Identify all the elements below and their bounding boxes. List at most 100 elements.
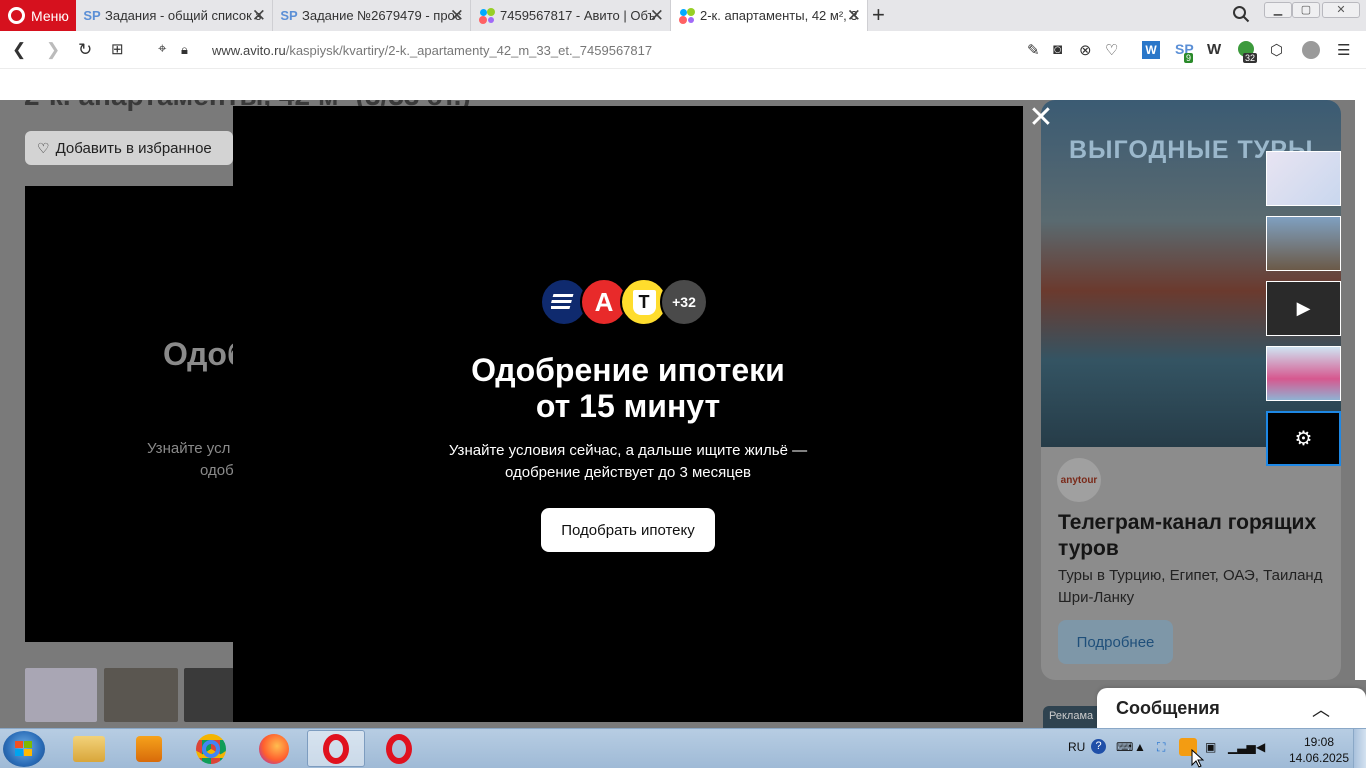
- close-icon[interactable]: ✕: [650, 6, 664, 26]
- opera-menu-button[interactable]: Меню: [0, 0, 76, 31]
- forward-arrow-icon[interactable]: ❯: [46, 40, 60, 60]
- tab-tasks-list[interactable]: SP Задания - общий список з ✕: [76, 0, 273, 31]
- profile-avatar-icon[interactable]: [1302, 41, 1320, 59]
- building-thumbnail[interactable]: [1266, 216, 1341, 271]
- stripes-logo-icon: [551, 294, 574, 309]
- sp-icon: SP: [83, 8, 101, 23]
- minimize-button[interactable]: ▁: [1264, 2, 1292, 18]
- gallery-thumbnail[interactable]: [104, 668, 178, 722]
- mouse-cursor-icon: [1191, 749, 1204, 768]
- start-button[interactable]: [3, 731, 45, 767]
- tab-avito-listing[interactable]: 7459567817 - Авито | Объ ✕: [471, 0, 671, 31]
- gallery-promo-sub: Узнайте усл: [147, 440, 231, 457]
- media-player-icon: [136, 735, 162, 762]
- listing-gallery: Одоб Узнайте усл одоб: [25, 186, 247, 642]
- modal-subtitle-line: Узнайте условия сейчас, а дальше ищите ж…: [448, 442, 808, 459]
- camera-icon[interactable]: ◙: [1053, 41, 1062, 58]
- maximize-button[interactable]: ▢: [1292, 2, 1320, 18]
- messages-panel[interactable]: Сообщения ︿: [1097, 688, 1366, 728]
- new-tab-plus-icon[interactable]: +: [872, 2, 885, 28]
- easy-setup-icon[interactable]: ☰: [1337, 41, 1350, 59]
- avito-icon: [679, 7, 695, 24]
- heart-icon[interactable]: ♡: [1105, 41, 1118, 59]
- page-scrollbar[interactable]: [1355, 100, 1366, 680]
- block-ads-icon[interactable]: ⊗: [1079, 41, 1092, 59]
- show-desktop-button[interactable]: [1353, 729, 1366, 768]
- partner-bank-logos: А Т +32: [540, 278, 710, 326]
- menu-label: Меню: [31, 7, 69, 24]
- tab-grid-icon[interactable]: ⊞: [111, 40, 124, 58]
- ad-title: Телеграм-канал горящих туров: [1058, 511, 1317, 560]
- add-to-favorites-button[interactable]: ♡ Добавить в избранное: [25, 131, 233, 165]
- more-partners-count: +32: [660, 278, 708, 326]
- windows-taskbar: RU ? ⌨ ▲ ⛶ ▣ ▁▃▅ ◀ 19:08 14.06.2025: [0, 728, 1366, 768]
- opera-logo-icon: [8, 7, 25, 24]
- close-icon[interactable]: ✕: [847, 6, 861, 26]
- tab-title: Задания - общий список з: [105, 8, 262, 23]
- ad-more-button[interactable]: Подробнее: [1058, 620, 1173, 664]
- heart-icon: ♡: [37, 139, 50, 156]
- messages-label: Сообщения: [1116, 698, 1220, 718]
- tab-task-detail[interactable]: SP Задание №2679479 - прос ✕: [273, 0, 471, 31]
- url-field[interactable]: www.avito.ru/kaspiysk/kvartiry/2-k._apar…: [212, 43, 652, 58]
- language-indicator[interactable]: RU: [1068, 740, 1085, 754]
- chrome-icon: [196, 733, 226, 764]
- firefox-taskbar-button[interactable]: [245, 730, 303, 767]
- close-icon[interactable]: ✕: [450, 6, 464, 26]
- close-icon[interactable]: ✕: [1028, 103, 1054, 133]
- back-arrow-icon[interactable]: ❮: [12, 40, 26, 60]
- tab-title: 7459567817 - Авито | Объ: [500, 8, 656, 23]
- reload-icon[interactable]: ↻: [78, 40, 92, 60]
- opera-icon: [323, 733, 349, 764]
- edit-icon[interactable]: ✎: [1027, 41, 1040, 59]
- location-pin-icon[interactable]: ⌖: [158, 40, 166, 57]
- lock-icon[interactable]: 🔒︎: [181, 42, 188, 58]
- search-tabs-icon[interactable]: [1232, 5, 1250, 23]
- clock-date: 14.06.2025: [1288, 751, 1350, 765]
- ad-brand-logo: anytour: [1057, 458, 1101, 502]
- clipboard-icon[interactable]: ▣: [1205, 740, 1216, 754]
- opera-second-taskbar-button[interactable]: [370, 730, 428, 767]
- chrome-taskbar-button[interactable]: [182, 730, 240, 767]
- wiki-extension-icon[interactable]: W: [1207, 41, 1221, 58]
- windows-logo-icon: [15, 741, 32, 756]
- find-mortgage-button[interactable]: Подобрать ипотеку: [541, 508, 715, 552]
- gallery-thumbnail[interactable]: [184, 668, 234, 722]
- floorplan-thumbnail[interactable]: [1266, 151, 1341, 206]
- ad-label: Реклама: [1043, 706, 1103, 728]
- tray-expand-icon[interactable]: ▲: [1134, 740, 1146, 754]
- screen-capture-icon[interactable]: ⛶: [1157, 740, 1165, 755]
- volume-icon[interactable]: ◀: [1256, 740, 1265, 754]
- w-extension-icon[interactable]: W: [1142, 41, 1160, 59]
- explorer-taskbar-button[interactable]: [60, 730, 118, 767]
- url-path: /kaspiysk/kvartiry/2-k._apartamenty_42_m…: [285, 43, 653, 58]
- modal-title-line: Одобрение ипотеки: [471, 352, 785, 388]
- modal-title-line: от 15 минут: [535, 388, 721, 424]
- tab-apartments-active[interactable]: 2-к. апартаменты, 42 м², 3 ✕: [671, 0, 868, 31]
- chevron-up-icon[interactable]: ︿: [1312, 696, 1330, 722]
- sp-icon: SP: [280, 8, 298, 23]
- mortgage-modal: А Т +32 Одобрение ипотеки от 15 минут Уз…: [233, 106, 1023, 722]
- network-signal-icon[interactable]: ▁▃▅: [1228, 740, 1256, 754]
- sp-badge: 9: [1184, 53, 1194, 63]
- gallery-thumbnail[interactable]: [25, 668, 97, 722]
- gallery-promo-sub: одоб: [200, 462, 234, 479]
- discount-badge-icon[interactable]: ⚙: [1266, 411, 1341, 466]
- globe-badge: 32: [1243, 53, 1258, 63]
- promo-thumbnail[interactable]: [1266, 346, 1341, 401]
- cube-icon[interactable]: ⬡: [1270, 41, 1283, 59]
- favorite-label: Добавить в избранное: [55, 139, 212, 157]
- help-icon[interactable]: ?: [1091, 739, 1106, 754]
- modal-subtitle-line: одобрение действует до 3 месяцев: [504, 464, 752, 481]
- opera-taskbar-button[interactable]: [307, 730, 365, 767]
- keyboard-icon[interactable]: ⌨: [1116, 740, 1133, 754]
- close-icon[interactable]: ✕: [252, 6, 266, 26]
- system-clock[interactable]: 19:08 14.06.2025: [1284, 734, 1354, 766]
- video-play-icon[interactable]: ▶: [1266, 281, 1341, 336]
- close-window-button[interactable]: ✕: [1322, 2, 1360, 18]
- modal-title: Одобрение ипотеки от 15 минут: [233, 352, 1023, 424]
- tab-title: 2-к. апартаменты, 42 м², 3: [700, 8, 858, 23]
- browser-tab-strip: Меню SP Задания - общий список з ✕ SP За…: [0, 0, 1366, 31]
- media-player-taskbar-button[interactable]: [120, 730, 178, 767]
- ad-text: Туры в Турцию, Египет, ОАЭ, Таиланд Шри-…: [1058, 567, 1323, 606]
